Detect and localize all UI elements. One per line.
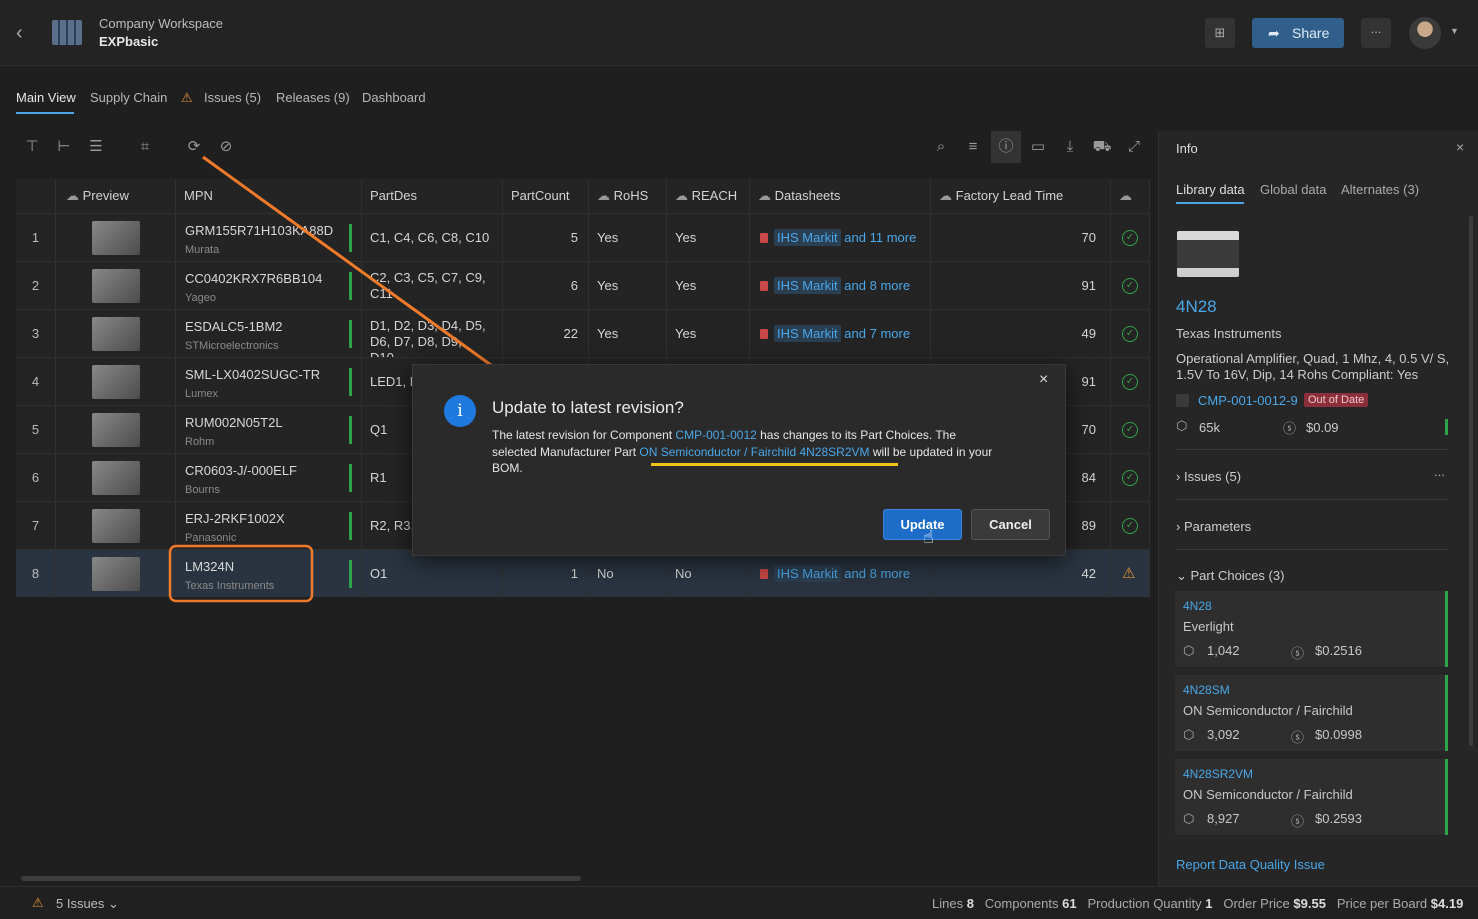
close-icon[interactable]: × xyxy=(1456,139,1464,155)
horizontal-scrollbar[interactable] xyxy=(21,876,581,881)
part-choice-card[interactable]: 4N28 Everlight ⬡ 1,042 ⓢ $0.2516 xyxy=(1175,591,1448,667)
price-icon: ⓢ xyxy=(1291,730,1305,745)
price-value: $0.09 xyxy=(1306,420,1339,435)
issues-dropdown[interactable]: 5 Issues ⌄ xyxy=(56,896,119,912)
part-image xyxy=(1177,231,1239,277)
part-choice-card[interactable]: 4N28SM ON Semiconductor / Fairchild ⬡ 3,… xyxy=(1175,675,1448,751)
choice-price: $0.2516 xyxy=(1315,643,1362,658)
stock-icon: ⬡ xyxy=(1183,727,1195,742)
dialog-close-icon[interactable]: × xyxy=(1039,371,1048,389)
dialog-title: Update to latest revision? xyxy=(492,398,684,417)
choice-name[interactable]: 4N28SR2VM xyxy=(1183,767,1253,781)
part-name[interactable]: 4N28 xyxy=(1176,297,1217,317)
status-bar-green xyxy=(1445,419,1448,435)
section-issues[interactable]: › Issues (5) xyxy=(1176,469,1241,484)
choice-stock: 1,042 xyxy=(1207,643,1240,658)
choice-manufacturer: ON Semiconductor / Fairchild xyxy=(1183,703,1353,718)
chevron-down-icon: ⌄ xyxy=(104,896,119,911)
section-part-choices[interactable]: ⌄ Part Choices (3) xyxy=(1176,568,1284,584)
scrollbar[interactable] xyxy=(1469,216,1473,746)
cancel-button[interactable]: Cancel xyxy=(971,509,1050,540)
info-title: Info xyxy=(1176,141,1198,156)
choice-name[interactable]: 4N28SM xyxy=(1183,683,1230,697)
part-description: Operational Amplifier, Quad, 1 Mhz, 4, 0… xyxy=(1176,351,1450,382)
price-icon: ⓢ xyxy=(1291,814,1305,829)
dialog-message: The latest revision for Component CMP-00… xyxy=(492,428,993,475)
choice-name[interactable]: 4N28 xyxy=(1183,599,1212,613)
choice-price: $0.2593 xyxy=(1315,811,1362,826)
section-parameters[interactable]: › Parameters xyxy=(1176,519,1251,534)
status-bar: ⚠ 5 Issues ⌄ Lines 8 Components 61 Produ… xyxy=(0,886,1478,919)
stock-icon: ⬡ xyxy=(1176,418,1188,433)
info-tab-global[interactable]: Global data xyxy=(1260,182,1327,197)
component-checkbox[interactable] xyxy=(1176,394,1189,407)
update-revision-dialog: × i Update to latest revision? The lates… xyxy=(412,364,1066,556)
choice-stock: 3,092 xyxy=(1207,727,1240,742)
choice-manufacturer: Everlight xyxy=(1183,619,1234,634)
choice-manufacturer: ON Semiconductor / Fairchild xyxy=(1183,787,1353,802)
component-link[interactable]: CMP-001-0012 xyxy=(675,428,756,442)
part-choice-card[interactable]: 4N28SR2VM ON Semiconductor / Fairchild ⬡… xyxy=(1175,759,1448,835)
status-summary: Lines 8 Components 61 Production Quantit… xyxy=(932,896,1464,911)
price-icon: ⓢ xyxy=(1283,421,1297,436)
divider xyxy=(1176,549,1448,550)
divider xyxy=(1176,449,1448,450)
annotation-arrow xyxy=(202,155,503,375)
stock-icon: ⬡ xyxy=(1183,811,1195,826)
chevron-down-icon: ⌄ xyxy=(1176,568,1191,583)
info-tab-library[interactable]: Library data xyxy=(1176,182,1245,197)
cursor-pointer-icon: ☝ xyxy=(923,527,934,547)
component-link[interactable]: CMP-001-0012-9 xyxy=(1198,393,1298,408)
stock-icon: ⬡ xyxy=(1183,643,1195,658)
divider xyxy=(1176,499,1448,500)
manufacturer-part-link[interactable]: ON Semiconductor / Fairchild 4N28SR2VM xyxy=(639,445,869,459)
info-circle-icon: i xyxy=(444,395,476,427)
annotation-box-mpn xyxy=(168,544,314,603)
chevron-right-icon: › xyxy=(1176,469,1184,484)
chevron-right-icon: › xyxy=(1176,519,1184,534)
stock-value: 65k xyxy=(1199,420,1220,435)
part-manufacturer: Texas Instruments xyxy=(1176,326,1282,341)
price-icon: ⓢ xyxy=(1291,646,1305,661)
report-link[interactable]: Report Data Quality Issue xyxy=(1176,857,1325,872)
status-badge: Out of Date xyxy=(1304,393,1369,407)
warning-icon: ⚠ xyxy=(32,895,44,910)
issues-more-icon[interactable]: ∙∙∙ xyxy=(1434,467,1445,482)
highlight-underline xyxy=(651,463,898,466)
info-tab-underline xyxy=(1176,202,1244,204)
choice-price: $0.0998 xyxy=(1315,727,1362,742)
choice-stock: 8,927 xyxy=(1207,811,1240,826)
info-tab-alternates[interactable]: Alternates (3) xyxy=(1341,182,1419,197)
